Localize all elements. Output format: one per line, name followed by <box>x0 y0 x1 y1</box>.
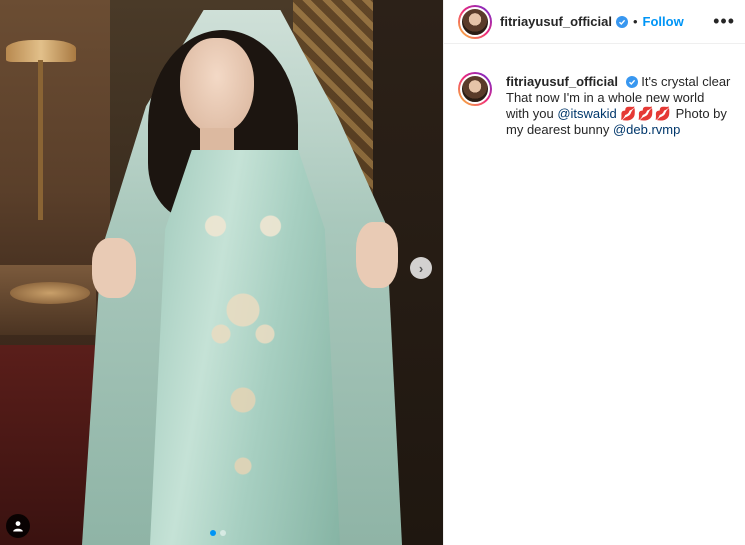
avatar-image <box>460 6 490 37</box>
caption-avatar[interactable] <box>458 72 492 106</box>
post-media[interactable]: › <box>0 0 443 545</box>
lamp-stem <box>38 60 43 220</box>
lamp-shade <box>6 40 76 62</box>
instagram-post: › fitriayusuf_official • Follow ••• fitr… <box>0 0 745 545</box>
username-link[interactable]: fitriayusuf_official <box>500 14 612 29</box>
face <box>180 38 254 134</box>
caption-text: fitriayusuf_official It's crystal clear … <box>506 74 731 138</box>
mention-link-itswakid[interactable]: @itswakid <box>557 106 616 121</box>
hand-left <box>92 238 136 298</box>
caption-avatar-image <box>460 74 490 104</box>
post-header: fitriayusuf_official • Follow ••• <box>444 0 745 44</box>
hand-right <box>356 222 398 288</box>
avatar[interactable] <box>458 4 492 39</box>
follow-button[interactable]: Follow <box>643 14 684 29</box>
chevron-right-icon[interactable]: › <box>410 257 432 279</box>
separator-dot: • <box>632 14 638 29</box>
user-glyph <box>13 521 23 532</box>
carousel-dot <box>220 530 226 536</box>
bowl <box>10 282 90 304</box>
verified-badge-icon <box>615 15 628 28</box>
mention-link-deb-rvmp[interactable]: @deb.rvmp <box>613 122 680 137</box>
caption: fitriayusuf_official It's crystal clear … <box>444 44 745 138</box>
kiss-emoji: 💋💋💋 <box>620 106 672 121</box>
user-icon[interactable] <box>6 514 30 538</box>
checkmark-glyph <box>618 19 626 25</box>
verified-badge-icon <box>625 76 638 88</box>
embroidery <box>188 190 298 490</box>
carousel-dot-active <box>210 530 216 536</box>
checkmark-glyph <box>628 79 635 86</box>
more-horizontal-icon[interactable]: ••• <box>713 12 735 30</box>
post-sidebar: fitriayusuf_official • Follow ••• fitria… <box>443 0 745 545</box>
carousel-indicator <box>210 530 226 536</box>
caption-username-link[interactable]: fitriayusuf_official <box>506 74 618 89</box>
